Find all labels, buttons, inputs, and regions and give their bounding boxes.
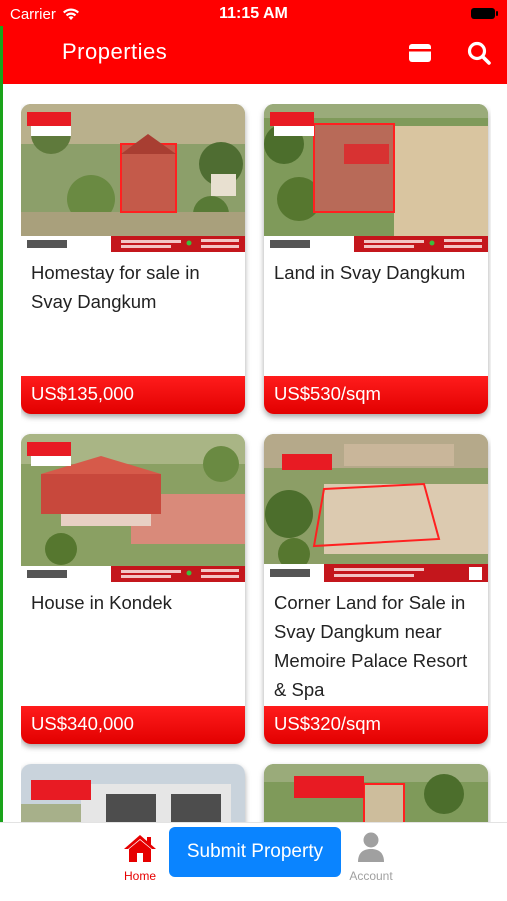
card-view-icon[interactable]: [407, 40, 433, 66]
listing-grid: Homestay for sale in Svay Dangkum US$135…: [21, 104, 491, 822]
submit-property-button[interactable]: Submit Property: [169, 827, 341, 877]
listing-photo: [21, 104, 245, 252]
listing-photo: [264, 104, 488, 252]
listing-title: Corner Land for Sale in Svay Dangkum nea…: [274, 592, 468, 700]
listing-card[interactable]: Corner Land for Sale in Svay Dangkum nea…: [264, 434, 488, 744]
tab-home[interactable]: Home: [118, 831, 162, 883]
status-time: 11:15 AM: [219, 5, 288, 22]
listing-card[interactable]: [264, 764, 488, 822]
price-bar: US$530/sqm: [264, 376, 488, 414]
tab-account-label: Account: [349, 869, 393, 883]
tab-home-label: Home: [123, 869, 156, 883]
listing-card[interactable]: House in Kondek US$340,000: [21, 434, 245, 744]
listing-price: US$530/sqm: [274, 383, 381, 404]
listing-title: Land in Svay Dangkum: [274, 262, 466, 283]
listing-photo: [264, 764, 488, 822]
tab-account[interactable]: Account: [344, 831, 398, 883]
home-icon: [124, 835, 156, 862]
listing-card[interactable]: Land in Svay Dangkum US$530/sqm: [264, 104, 488, 414]
listing-price: US$135,000: [31, 383, 134, 404]
account-icon: [358, 832, 384, 862]
price-bar: US$340,000: [21, 706, 245, 744]
page-title: Properties: [62, 39, 168, 64]
price-bar: US$135,000: [21, 376, 245, 414]
bottom-tab-bar: Home Submit Property Account: [0, 822, 507, 901]
listing-card[interactable]: Homestay for sale in Svay Dangkum US$135…: [21, 104, 245, 414]
listing-card[interactable]: [21, 764, 245, 822]
listing-price: US$320/sqm: [274, 713, 381, 734]
left-accent-stripe: [0, 26, 3, 900]
listing-photo: [21, 434, 245, 582]
price-bar: US$320/sqm: [264, 706, 488, 744]
listing-title: Homestay for sale in Svay Dangkum: [31, 262, 200, 312]
listing-photo: [21, 764, 245, 822]
listing-price: US$340,000: [31, 713, 134, 734]
battery-icon: [471, 8, 498, 19]
listing-photo: [264, 434, 488, 582]
app-header: Carrier 11:15 AM Properties: [0, 0, 507, 84]
listing-title: House in Kondek: [31, 592, 172, 613]
search-icon[interactable]: [466, 40, 492, 66]
status-bar: Carrier 11:15 AM: [0, 0, 507, 28]
